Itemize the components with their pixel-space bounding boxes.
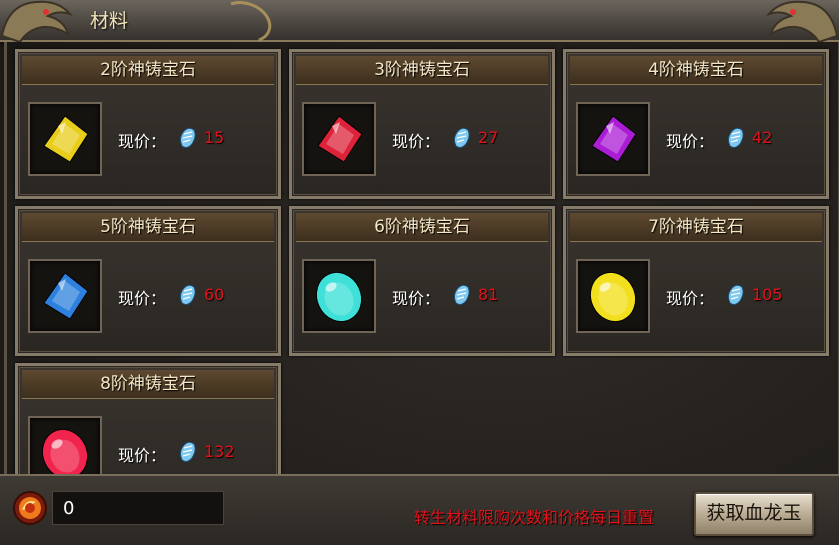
gem-slot[interactable] <box>302 259 376 333</box>
reset-notice: 转生材料限购次数和价格每日重置 <box>414 508 655 527</box>
gem-slot[interactable] <box>28 259 102 333</box>
page-title: 材料 <box>90 10 129 32</box>
gem-card[interactable]: 7阶神铸宝石 现价： 105 <box>563 206 829 356</box>
price-label: 现价： <box>666 132 715 151</box>
purple-gem-icon <box>591 115 637 163</box>
cyan-gem-icon <box>315 272 363 322</box>
gem-name: 2阶神铸宝石 <box>22 56 274 85</box>
price-label: 现价： <box>666 289 715 308</box>
gem-card[interactable]: 2阶神铸宝石 现价： 15 <box>15 49 281 199</box>
gem-card[interactable]: 6阶神铸宝石 现价： 81 <box>289 206 555 356</box>
yellow-gem-icon <box>43 115 89 163</box>
gem-slot[interactable] <box>576 102 650 176</box>
blue-gem-icon <box>43 272 89 320</box>
price-value: 105 <box>752 285 783 304</box>
gem-card[interactable]: 5阶神铸宝石 现价： 60 <box>15 206 281 356</box>
price-label: 现价： <box>118 289 167 308</box>
gem-card[interactable]: 3阶神铸宝石 现价： 27 <box>289 49 555 199</box>
gem-slot[interactable] <box>576 259 650 333</box>
gem-name: 5阶神铸宝石 <box>22 213 274 242</box>
jade-currency-icon <box>179 127 196 149</box>
jade-currency-icon <box>727 284 744 306</box>
get-blood-dragon-jade-button[interactable]: 获取血龙玉 <box>694 492 814 536</box>
price-label: 现价： <box>392 289 441 308</box>
gem-slot[interactable] <box>302 102 376 176</box>
price-value: 132 <box>204 442 235 461</box>
price-value: 15 <box>204 128 225 147</box>
price-value: 42 <box>752 128 773 147</box>
price-value: 60 <box>204 285 225 304</box>
gem-name: 8阶神铸宝石 <box>22 370 274 399</box>
gem-name: 3阶神铸宝石 <box>296 56 548 85</box>
blood-dragon-jade-icon <box>13 491 47 525</box>
gem-card[interactable]: 4阶神铸宝石 现价： 42 <box>563 49 829 199</box>
price-label: 现价： <box>392 132 441 151</box>
jade-currency-icon <box>727 127 744 149</box>
price-label: 现价： <box>118 132 167 151</box>
price-label: 现价： <box>118 446 167 465</box>
title-bar: 材料 <box>0 0 839 51</box>
gem-name: 4阶神铸宝石 <box>570 56 822 85</box>
price-value: 81 <box>478 285 499 304</box>
dragon-ornament-icon <box>765 0 839 44</box>
jade-currency-icon <box>179 441 196 463</box>
jade-currency-icon <box>453 127 470 149</box>
material-shop-panel: 2阶神铸宝石 现价： 15 3阶神铸宝石 现价： 27 4阶神铸宝石 现价： 4… <box>4 42 839 513</box>
jade-currency-icon <box>453 284 470 306</box>
footer-bar: 0 转生材料限购次数和价格每日重置 获取血龙玉 <box>0 474 839 545</box>
yellow-gem-icon <box>589 272 637 322</box>
currency-amount: 0 <box>52 491 224 525</box>
dragon-ornament-icon <box>0 0 74 44</box>
jade-currency-icon <box>179 284 196 306</box>
red-gem-icon <box>317 115 363 163</box>
gem-name: 7阶神铸宝石 <box>570 213 822 242</box>
gem-name: 6阶神铸宝石 <box>296 213 548 242</box>
price-value: 27 <box>478 128 499 147</box>
gem-slot[interactable] <box>28 102 102 176</box>
